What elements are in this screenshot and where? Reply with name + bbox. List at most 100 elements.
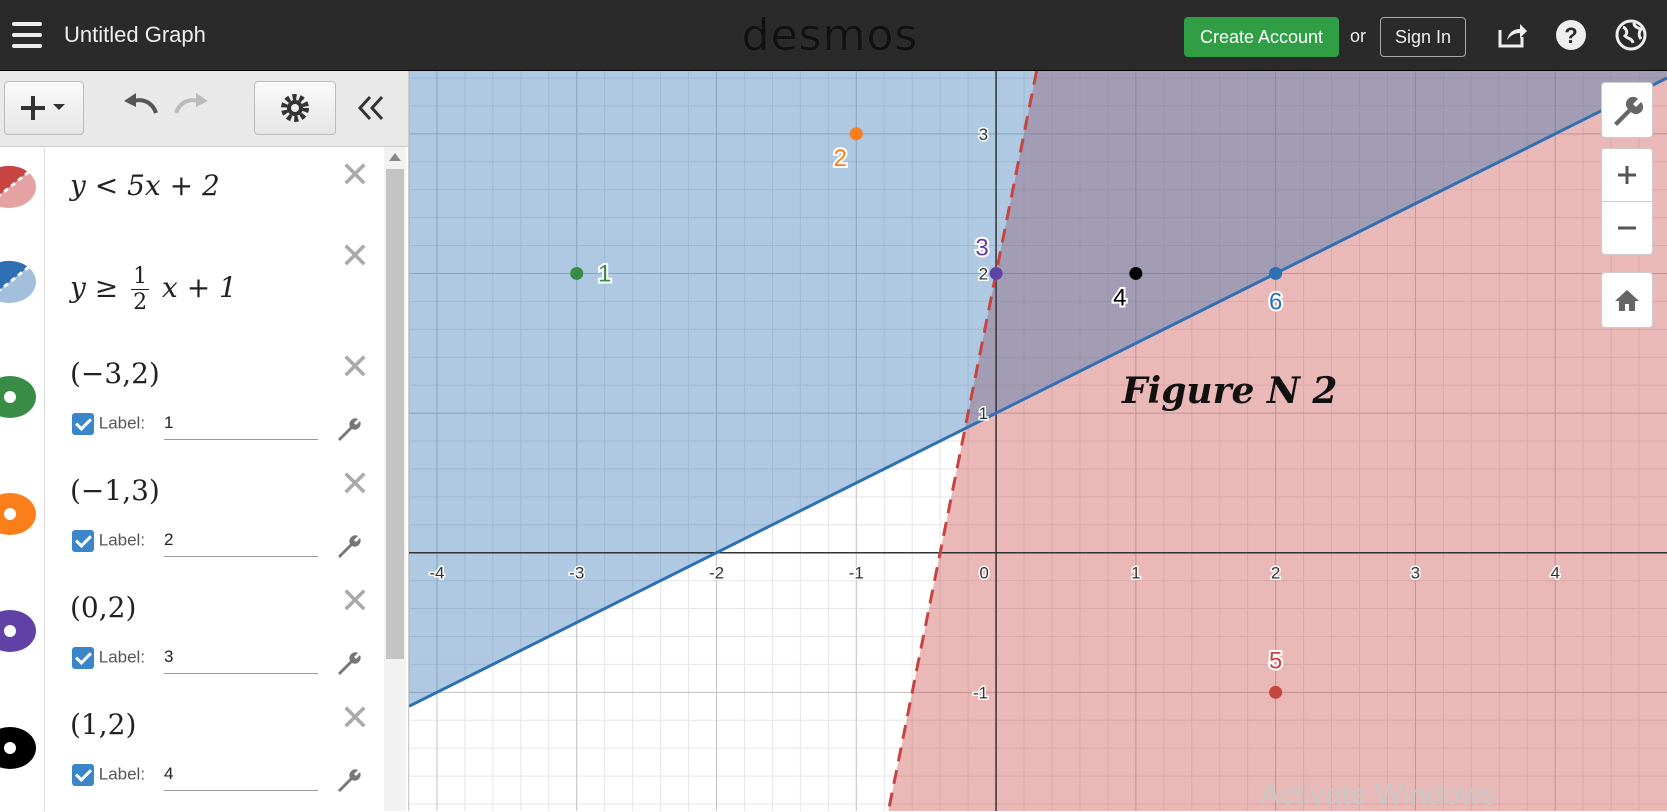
expression-list: y < 5x + 2 ✕ y ≥ 1 2 x + 1 ✕ (−3,2) ✕ La… (0, 147, 382, 811)
label-input[interactable]: 4 (164, 764, 318, 791)
graph-paper[interactable]: -4 -3 -2 -1 0 1 2 3 4 3 2 1 -1 1 2 3 4 5 6 (409, 71, 1667, 811)
scrollbar-thumb[interactable] (386, 169, 404, 659)
label-checkbox[interactable] (72, 413, 94, 435)
wrench-icon[interactable] (334, 532, 362, 560)
or-text: or (1350, 26, 1367, 46)
label-input[interactable]: 2 (164, 530, 318, 557)
label-checkbox[interactable] (72, 647, 94, 669)
desmos-logo: desmos (741, 10, 919, 61)
y-tick-label: 1 (979, 404, 988, 423)
expression-panel: y < 5x + 2 ✕ y ≥ 1 2 x + 1 ✕ (−3,2) ✕ La… (0, 71, 409, 811)
zoom-in-button[interactable] (1601, 148, 1653, 202)
point-marker (570, 266, 584, 280)
add-item-button[interactable] (4, 81, 84, 135)
expression-item[interactable]: (1,2) ✕ Label: 4 (0, 690, 382, 811)
point-marker (1269, 266, 1283, 280)
delete-icon[interactable]: ✕ (340, 236, 370, 277)
point-label: 1 (598, 260, 611, 287)
x-tick-label: 1 (1131, 564, 1140, 583)
fraction-numerator: 1 (131, 264, 150, 290)
x-tick-label: -1 (849, 564, 864, 583)
home-button[interactable] (1601, 272, 1653, 328)
point-marker (1269, 685, 1283, 699)
x-tick-label: 0 (979, 564, 988, 583)
label-caption: Label: (98, 647, 146, 667)
x-tick-label: -2 (709, 564, 724, 583)
wrench-icon[interactable] (334, 766, 362, 794)
label-caption: Label: (98, 764, 146, 784)
settings-icon (281, 94, 309, 122)
scroll-up-icon[interactable] (389, 153, 401, 161)
y-tick-label: 3 (979, 125, 988, 144)
wrench-icon[interactable] (334, 649, 362, 677)
graph-settings-button[interactable] (1601, 82, 1653, 138)
label-input[interactable]: 1 (164, 413, 318, 440)
point-marker (989, 266, 1003, 280)
expression-item[interactable]: y < 5x + 2 ✕ (0, 147, 382, 229)
delete-icon[interactable]: ✕ (340, 155, 370, 196)
y-tick-label: -1 (973, 683, 988, 702)
zoom-in-icon (1618, 166, 1636, 184)
point-label: 5 (1269, 647, 1282, 674)
windows-watermark: Activate Windows (1260, 778, 1497, 811)
delete-icon[interactable]: ✕ (340, 698, 370, 739)
redo-icon[interactable] (170, 89, 210, 125)
home-icon (1615, 290, 1639, 311)
globe-icon[interactable] (1614, 18, 1648, 52)
delete-icon[interactable]: ✕ (340, 464, 370, 505)
zoom-out-button[interactable] (1601, 201, 1653, 255)
svg-text:?: ? (1564, 23, 1577, 48)
help-icon[interactable]: ? (1554, 18, 1588, 52)
graph-canvas[interactable]: -4 -3 -2 -1 0 1 2 3 4 3 2 1 -1 1 2 3 4 5 6 (409, 71, 1667, 811)
x-tick-label: -4 (429, 564, 444, 583)
wrench-icon[interactable] (334, 415, 362, 443)
y-tick-label: 2 (979, 264, 988, 283)
expression-item[interactable]: (−3,2) ✕ Label: 1 (0, 339, 382, 457)
x-tick-label: 4 (1550, 564, 1559, 583)
label-checkbox[interactable] (72, 764, 94, 786)
create-account-button[interactable]: Create Account (1184, 17, 1339, 57)
expression-item[interactable]: y ≥ 1 2 x + 1 ✕ (0, 228, 382, 340)
point-marker (849, 127, 863, 141)
expression-scrollbar[interactable] (384, 147, 406, 811)
expression-latex[interactable]: (1,2) (70, 708, 136, 741)
latex-lhs: y ≥ (70, 271, 119, 304)
expression-latex[interactable]: (−1,3) (70, 474, 160, 507)
point-label: 3 (975, 234, 988, 261)
latex-rhs: x + 1 (162, 271, 237, 304)
fraction-denominator: 2 (133, 290, 148, 315)
undo-icon[interactable] (122, 89, 162, 125)
label-caption: Label: (98, 530, 146, 550)
point-label: 4 (1113, 284, 1126, 311)
x-tick-label: 3 (1411, 564, 1420, 583)
sign-in-button[interactable]: Sign In (1380, 17, 1466, 57)
settings-button[interactable] (254, 81, 336, 135)
graph-title[interactable]: Untitled Graph (64, 22, 206, 48)
label-caption: Label: (98, 413, 146, 433)
fraction: 1 2 (131, 264, 150, 315)
expression-latex[interactable]: (−3,2) (70, 357, 160, 390)
x-tick-label: 2 (1271, 564, 1280, 583)
label-checkbox[interactable] (72, 530, 94, 552)
expression-latex[interactable]: y < 5x + 2 (70, 169, 220, 202)
top-bar: Untitled Graph desmos Create Account or … (0, 0, 1667, 71)
delete-icon[interactable]: ✕ (340, 347, 370, 388)
share-icon[interactable] (1494, 18, 1528, 52)
delete-icon[interactable]: ✕ (340, 581, 370, 622)
expression-latex[interactable]: (0,2) (70, 591, 136, 624)
point-label: 6 (1269, 288, 1282, 315)
collapse-icon[interactable] (356, 93, 386, 123)
label-input[interactable]: 3 (164, 647, 318, 674)
zoom-out-icon (1618, 226, 1636, 230)
expression-item[interactable]: (−1,3) ✕ Label: 2 (0, 456, 382, 574)
label-row: Label: 4 (72, 764, 318, 791)
expression-item[interactable]: (0,2) ✕ Label: 3 (0, 573, 382, 691)
expression-latex[interactable]: y ≥ 1 2 x + 1 (70, 264, 237, 315)
wrench-icon (1614, 96, 1644, 126)
label-row: Label: 1 (72, 413, 318, 440)
point-marker (1129, 266, 1143, 280)
add-icon (21, 96, 65, 120)
menu-icon[interactable] (12, 22, 42, 48)
point-label: 2 (834, 145, 847, 172)
label-row: Label: 2 (72, 530, 318, 557)
